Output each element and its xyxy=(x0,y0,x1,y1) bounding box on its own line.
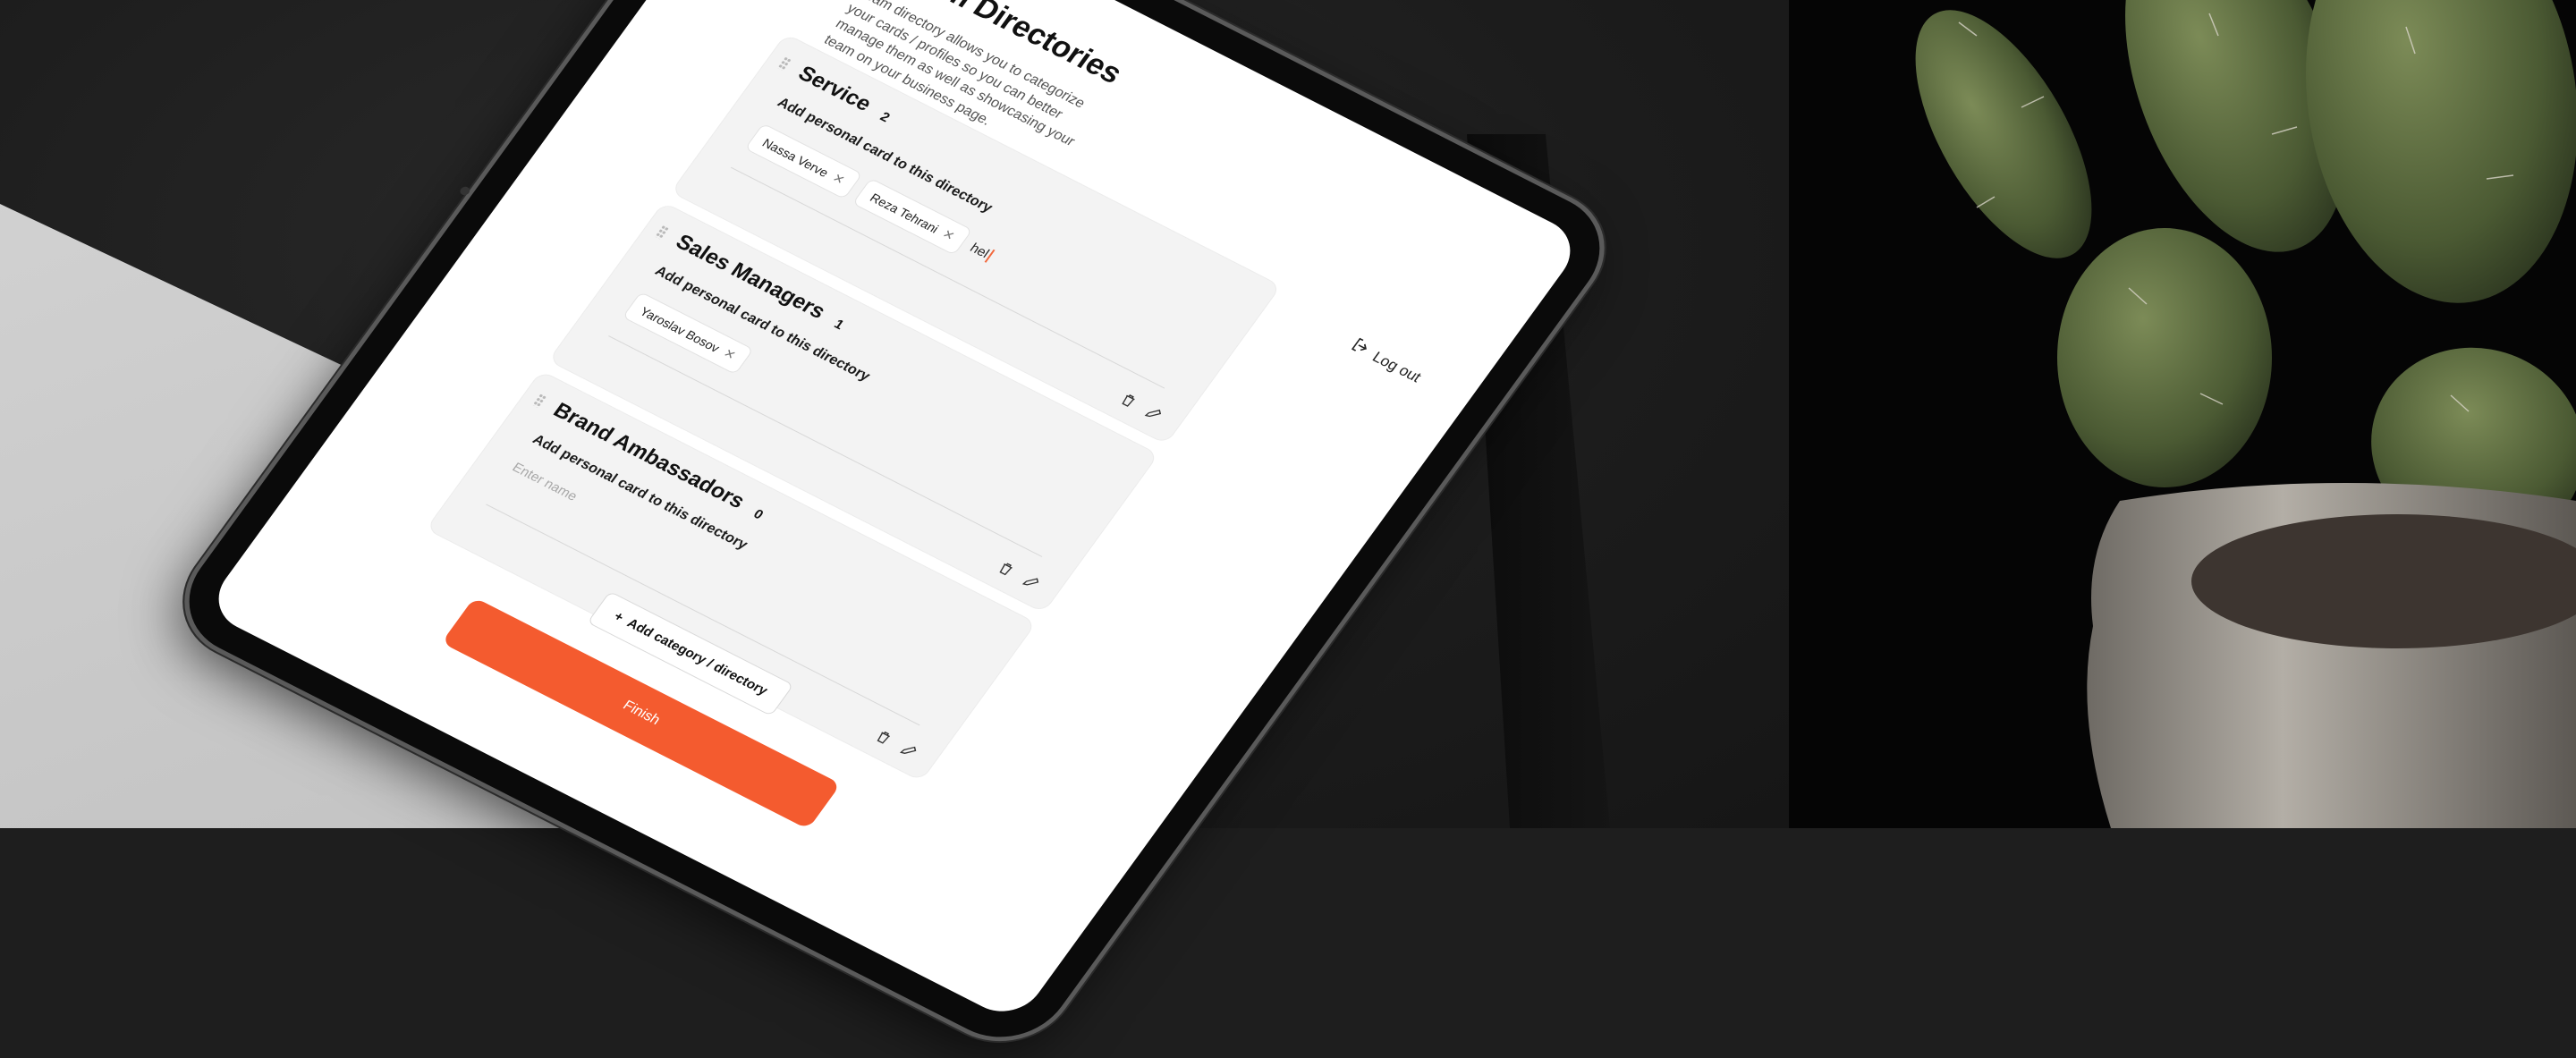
pencil-icon[interactable] xyxy=(1142,403,1166,424)
finish-label: Finish xyxy=(620,698,664,728)
pencil-icon[interactable] xyxy=(897,741,921,761)
drag-handle-icon[interactable] xyxy=(654,224,670,240)
plus-icon: + xyxy=(610,609,627,625)
close-icon[interactable]: ✕ xyxy=(829,171,848,188)
trash-icon[interactable] xyxy=(994,559,1018,580)
cactus-pad xyxy=(2057,228,2272,487)
cactus-pad xyxy=(2306,0,2576,303)
member-search-input[interactable]: hel xyxy=(967,240,996,263)
cactus-pad xyxy=(1915,10,2092,258)
directory-count: 0 xyxy=(750,506,767,523)
trash-icon[interactable] xyxy=(871,727,895,748)
close-icon[interactable]: ✕ xyxy=(939,226,958,243)
close-icon[interactable]: ✕ xyxy=(720,346,739,363)
member-input[interactable]: Enter name xyxy=(509,460,580,504)
trash-icon[interactable] xyxy=(1116,390,1140,411)
pencil-icon[interactable] xyxy=(1020,571,1044,592)
logout-label: Log out xyxy=(1369,348,1425,385)
logout-button[interactable]: Log out xyxy=(1345,335,1426,388)
member-search-input[interactable]: Enter name xyxy=(509,460,580,504)
cactus-photo xyxy=(1915,0,2576,828)
drag-handle-icon[interactable] xyxy=(776,55,792,72)
directory-count: 1 xyxy=(831,317,847,333)
drag-handle-icon[interactable] xyxy=(532,393,547,409)
logout-icon xyxy=(1345,335,1375,362)
directory-count: 2 xyxy=(877,109,894,126)
